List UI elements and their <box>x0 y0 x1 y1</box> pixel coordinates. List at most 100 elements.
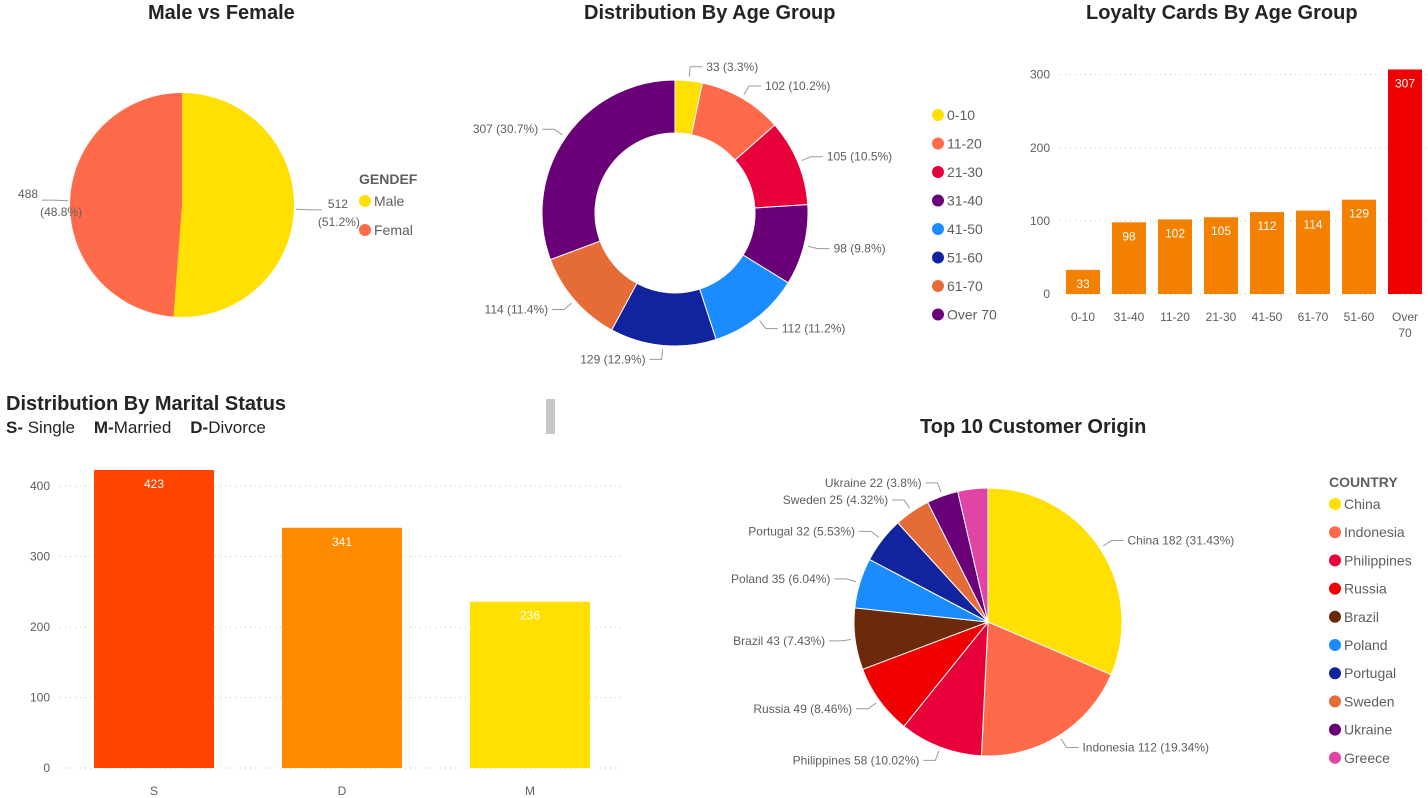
x-tick-label: 31-40 <box>1114 310 1145 324</box>
leader-line <box>1060 738 1079 748</box>
legend-marker <box>932 280 944 292</box>
legend-item: Sweden <box>1344 693 1395 709</box>
legend-marker <box>1329 498 1341 510</box>
marital-bar-chart[interactable]: 0 100 200 300 400 423 S 341 D 236 M <box>0 440 640 798</box>
legend-item: 61-70 <box>947 278 983 294</box>
legend-item: Portugal <box>1344 665 1396 681</box>
legend-item: Greece <box>1344 750 1390 766</box>
x-tick-label: 41-50 <box>1252 310 1283 324</box>
leader-line <box>552 302 572 311</box>
leader-line <box>859 530 880 538</box>
y-tick-label: 200 <box>1030 141 1050 155</box>
leader-line <box>856 702 877 710</box>
legend-marker <box>359 224 371 236</box>
bar-value-label: 236 <box>520 609 540 623</box>
origin-pie-chart[interactable]: China 182 (31.43%) Indonesia 112 (19.34%)… <box>690 440 1428 798</box>
legend-marker <box>1329 582 1341 595</box>
data-label: 129 (12.9%) <box>580 352 645 366</box>
legend-marker <box>1329 695 1341 708</box>
married-text: Married <box>113 418 172 437</box>
leader-line <box>801 156 823 162</box>
data-label: Ukraine 22 (3.8%) <box>825 476 922 490</box>
bar-s <box>94 469 214 768</box>
data-label: 114 (11.4%) <box>485 303 549 317</box>
bar-value-label: 98 <box>1122 229 1136 243</box>
y-tick-label: 0 <box>43 761 50 775</box>
legend-item: Male <box>374 193 405 209</box>
y-tick-label: 100 <box>1030 214 1050 228</box>
leader-line <box>923 750 940 761</box>
legend-item: China <box>1344 496 1381 512</box>
data-label: Brazil 43 (7.43%) <box>733 634 825 648</box>
y-tick-label: 300 <box>30 550 50 564</box>
data-label: 102 (10.2%) <box>765 79 830 93</box>
data-label: 488 <box>18 187 38 201</box>
leader-line <box>295 208 322 211</box>
legend-marker <box>932 194 944 207</box>
bar-value-label: 307 <box>1395 77 1415 91</box>
bar-value-label: 112 <box>1257 219 1276 233</box>
divorce-key: D- <box>190 418 209 437</box>
legend-marker <box>1329 526 1341 539</box>
x-tick-label: D <box>338 784 347 798</box>
marital-chart-title: Distribution By Marital Status <box>6 393 287 415</box>
legend-marker <box>1329 639 1341 651</box>
legend-marker <box>932 166 944 178</box>
leader-line <box>892 499 911 509</box>
legend-marker <box>932 109 944 121</box>
legend-marker <box>1329 723 1341 736</box>
x-tick-label: 11-20 <box>1160 310 1190 324</box>
bar-value-label: 114 <box>1303 218 1322 232</box>
y-tick-label: 300 <box>1030 68 1050 82</box>
legend-marker <box>1329 554 1341 567</box>
legend-title: COUNTRY <box>1329 474 1398 490</box>
data-label: Indonesia 112 (19.34%) <box>1082 740 1209 754</box>
x-tick-label: 61-70 <box>1298 310 1329 324</box>
legend-item: 51-60 <box>947 250 983 266</box>
single-text: Single <box>23 418 75 437</box>
legend-marker <box>932 251 944 264</box>
gender-pie-chart[interactable]: 512 (51.2%) 488(48.8%) GENDEF Male Femal <box>0 30 430 360</box>
legend-item: 31-40 <box>947 193 983 209</box>
percent-label: (51.2%) <box>318 215 360 229</box>
legend-item: Brazil <box>1344 609 1379 625</box>
data-label: 98 (9.8%) <box>834 242 886 256</box>
y-tick-label: 400 <box>30 479 50 493</box>
x-tick-label: Over 70 <box>1392 310 1418 340</box>
y-tick-label: 0 <box>1043 287 1050 301</box>
age-donut-chart[interactable]: 33 (3.3%) 102 (10.2%) 105 (10.5%) 98 (9.8%)… <box>440 30 1020 380</box>
bar-value-label: 33 <box>1076 277 1090 291</box>
loyalty-chart-title: Loyalty Cards By Age Group <box>1086 2 1358 24</box>
bar-d <box>282 527 402 768</box>
leader-line <box>829 639 852 642</box>
leader-line <box>925 482 942 493</box>
leader-line <box>542 128 563 136</box>
y-tick-label: 100 <box>30 691 50 705</box>
data-label: Poland 35 (6.04%) <box>731 572 830 586</box>
leader-line <box>688 66 703 77</box>
slice-femal <box>69 93 182 317</box>
loyalty-bar-chart[interactable]: 0 100 200 300 33 0-10 98 31-40 102 11-20 105 21-30 1… <box>1010 30 1428 360</box>
legend-item: 21-30 <box>947 164 983 180</box>
leader-line <box>759 320 778 330</box>
legend-item: 0-10 <box>947 107 975 123</box>
legend-item: Femal <box>374 222 413 238</box>
bar-value-label: 105 <box>1211 224 1231 238</box>
bar-value-label: 102 <box>1165 226 1185 240</box>
age-chart-title: Distribution By Age Group <box>584 2 836 24</box>
slice-male <box>173 93 294 317</box>
legend-item: Over 70 <box>947 307 997 323</box>
legend-marker <box>359 195 371 207</box>
leader-line <box>42 199 69 202</box>
slice-over-70 <box>541 79 676 261</box>
origin-chart-title: Top 10 Customer Origin <box>920 416 1147 438</box>
percent-label: (48.8%) <box>40 205 82 219</box>
data-label: Portugal 32 (5.53%) <box>748 524 855 538</box>
legend-marker <box>1329 667 1341 680</box>
legend-item: Philippines <box>1344 552 1412 568</box>
data-label: 112 (11.2%) <box>782 322 846 336</box>
gender-chart-title: Male vs Female <box>148 2 295 24</box>
legend-marker <box>1329 751 1341 764</box>
data-label: China 182 (31.43%) <box>1128 533 1235 547</box>
panel-resize-handle[interactable] <box>546 399 555 434</box>
